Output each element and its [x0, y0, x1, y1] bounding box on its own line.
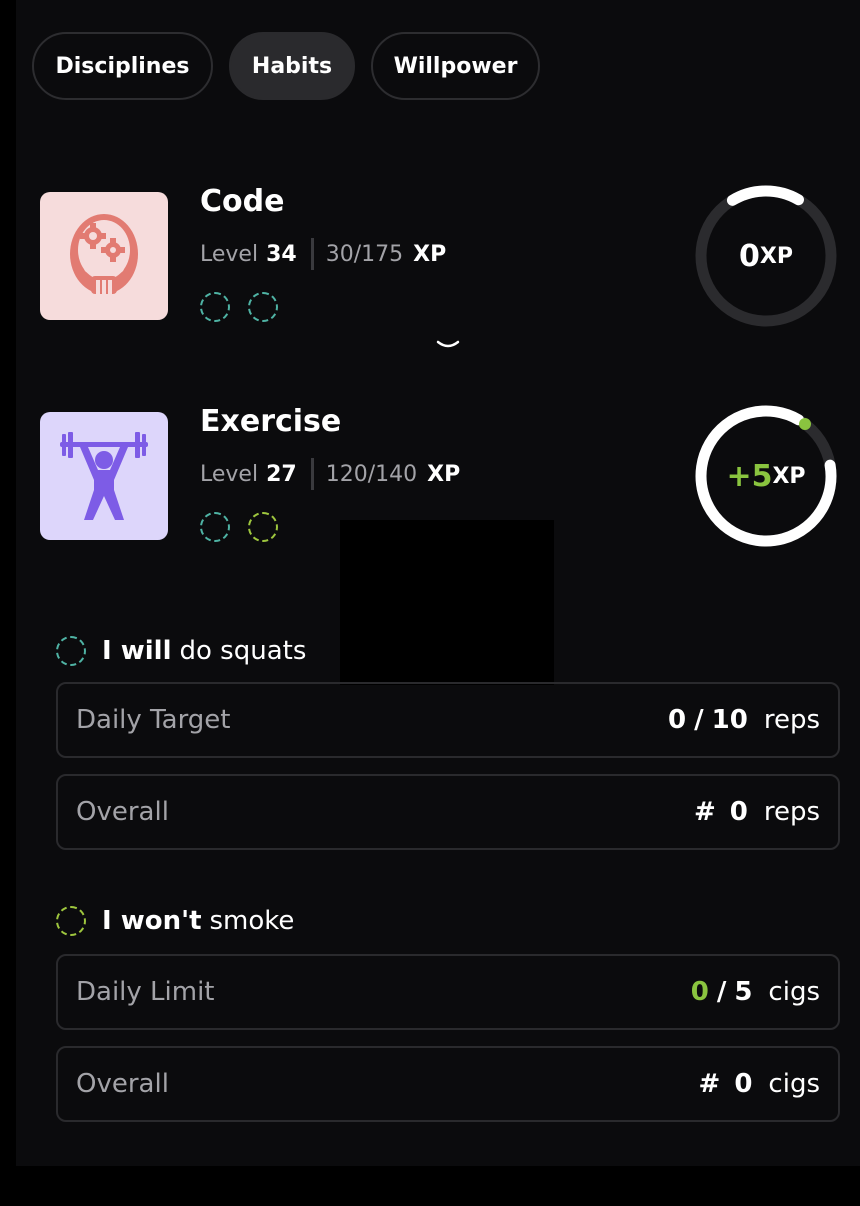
card-level-info: Level 34 30/175 XP [200, 238, 446, 270]
row-value: 0 / 10 reps [668, 705, 820, 735]
xp-gain-value: +5 [726, 458, 773, 494]
habit-prefix: I will [102, 636, 172, 666]
divider [310, 458, 314, 490]
app-panel: Disciplines Habits Willpower Code Level … [16, 0, 860, 1166]
xp-unit: XP [427, 461, 461, 487]
tab-willpower[interactable]: Willpower [371, 32, 540, 100]
discipline-card-code[interactable]: Code Level 34 30/175 XP 0 XP [40, 180, 837, 330]
row-label: Daily Target [76, 705, 231, 735]
row-label: Overall [76, 1069, 169, 1099]
habit-dot-teal [248, 292, 278, 322]
separator: / [716, 977, 727, 1007]
tab-bar: Disciplines Habits Willpower [32, 32, 540, 100]
xp-progress: 120/140 [325, 461, 418, 487]
weightlifter-icon [40, 412, 168, 540]
target-count: 10 [711, 705, 748, 735]
habit-title-smoke: I won't smoke [56, 906, 294, 936]
level-value: 27 [266, 461, 297, 487]
xp-gain-value: 0 [739, 238, 760, 274]
unit: reps [763, 705, 820, 735]
row-label: Overall [76, 797, 169, 827]
current-count: 0 [668, 705, 687, 735]
habit-text: smoke [209, 906, 295, 936]
daily-limit-row[interactable]: Daily Limit 0 / 5 cigs [56, 954, 840, 1030]
overall-row[interactable]: Overall # 0 reps [56, 774, 840, 850]
tab-habits[interactable]: Habits [229, 32, 355, 100]
hash-icon: # [698, 1069, 721, 1099]
xp-ring: +5 XP [692, 402, 840, 550]
xp-unit: XP [413, 241, 447, 267]
habit-dot-teal [200, 512, 230, 542]
limit-count: 5 [734, 977, 753, 1007]
row-value: # 0 reps [694, 797, 820, 827]
card-level-info: Level 27 120/140 XP [200, 458, 460, 490]
divider [310, 238, 314, 270]
habit-dot-green [248, 512, 278, 542]
level-label: Level [200, 241, 259, 267]
robot-gear-icon [40, 192, 168, 320]
xp-ring-label: 0 XP [692, 182, 840, 330]
unit: reps [763, 797, 820, 827]
level-value: 34 [266, 241, 297, 267]
level-label: Level [200, 461, 259, 487]
habit-dot-teal [56, 636, 86, 666]
row-label: Daily Limit [76, 977, 215, 1007]
tab-disciplines[interactable]: Disciplines [32, 32, 213, 100]
status-dots [200, 512, 278, 542]
daily-target-row[interactable]: Daily Target 0 / 10 reps [56, 682, 840, 758]
habit-prefix: I won't [102, 906, 202, 936]
xp-gain-unit: XP [772, 463, 806, 489]
habit-dot-teal [200, 292, 230, 322]
unit: cigs [768, 977, 820, 1007]
xp-ring-label: +5 XP [692, 402, 840, 550]
overall-count: 0 [729, 797, 748, 827]
habit-text: do squats [179, 636, 307, 666]
separator: / [694, 705, 704, 735]
row-value: # 0 cigs [699, 1069, 820, 1099]
hash-icon: # [693, 797, 716, 827]
redacted-region [340, 520, 554, 685]
card-title: Code [200, 184, 285, 219]
xp-ring: 0 XP [692, 182, 840, 330]
chevron-down-icon[interactable] [436, 338, 460, 352]
status-dots [200, 292, 278, 322]
habit-title-squats: I will do squats [56, 636, 306, 666]
current-count: 0 [690, 977, 709, 1007]
habit-dot-green [56, 906, 86, 936]
xp-progress: 30/175 [325, 241, 404, 267]
card-title: Exercise [200, 404, 342, 439]
row-value: 0 / 5 cigs [691, 977, 820, 1007]
xp-gain-unit: XP [759, 243, 793, 269]
overall-row[interactable]: Overall # 0 cigs [56, 1046, 840, 1122]
unit: cigs [768, 1069, 820, 1099]
overall-count: 0 [734, 1069, 753, 1099]
